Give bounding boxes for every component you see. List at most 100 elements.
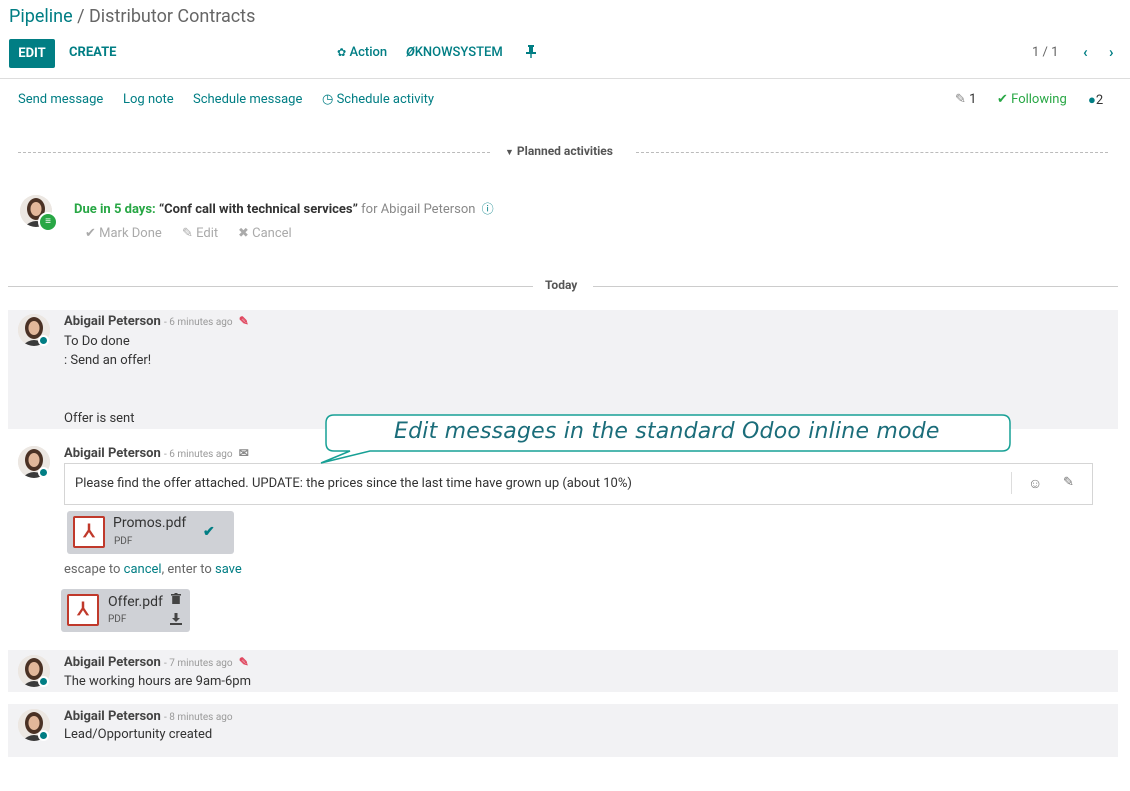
edit-button[interactable]: EDIT (9, 39, 55, 68)
cancel-activity-label: Cancel (252, 226, 292, 241)
trash-icon[interactable] (171, 593, 181, 607)
breadcrumb-current: Distributor Contracts (88, 6, 256, 27)
emoji-icon[interactable]: ☺ (1028, 475, 1042, 492)
online-status-dot (38, 467, 49, 478)
activity-summary: “Conf call with technical services” (158, 202, 358, 217)
edit-message-icon[interactable]: ✎ (236, 314, 249, 328)
pdf-icon: ⅄ (73, 516, 105, 548)
attachments-button[interactable]: ✎ 1 (955, 92, 976, 107)
schedule-activity-label: Schedule activity (336, 92, 435, 107)
followers-button[interactable]: ●2 (1088, 92, 1103, 108)
mark-done-label: Mark Done (99, 226, 162, 241)
clock-icon: ◷ (322, 92, 334, 107)
envelope-icon: ✉ (235, 446, 249, 460)
schedule-activity-button[interactable]: ◷ Schedule activity (322, 92, 434, 107)
message-header: Abigail Peterson - 6 minutes ago ✉ (64, 446, 249, 461)
cancel-edit-link[interactable]: cancel (124, 562, 162, 577)
edit-activity-label: Edit (196, 226, 219, 241)
schedule-message-button[interactable]: Schedule message (193, 92, 302, 107)
mark-done-button[interactable]: ✔ Mark Done (85, 226, 162, 241)
callout-text: Edit messages in the standard Odoo inlin… (394, 419, 940, 444)
today-label: Today (545, 278, 578, 292)
chevron-right-icon: › (1109, 43, 1114, 61)
message-author[interactable]: Abigail Peterson (64, 446, 161, 461)
save-edit-link[interactable]: save (215, 562, 242, 577)
activity-type-icon: ≡ (38, 212, 58, 232)
chevron-left-icon: ‹ (1083, 43, 1088, 61)
attachment-ext: PDF (108, 614, 127, 625)
edit-hint-prefix: escape to (64, 562, 124, 577)
breadcrumb-separator: / (72, 6, 89, 27)
edit-hint: escape to cancel, enter to save (64, 562, 242, 577)
download-icon[interactable] (170, 613, 182, 629)
message-header: Abigail Peterson - 6 minutes ago ✎ (64, 314, 249, 329)
message-author[interactable]: Abigail Peterson (64, 314, 161, 329)
pager-next-button[interactable]: › (1109, 43, 1114, 61)
knowsystem-button[interactable]: ØKNOWSYSTEM (406, 45, 503, 60)
edit-activity-button[interactable]: ✎ Edit (182, 226, 218, 241)
online-status-dot (38, 730, 49, 741)
check-icon: ✔ (203, 524, 215, 540)
attachments-count: 1 (969, 92, 977, 107)
today-divider-left (8, 286, 533, 287)
message-line: Offer is sent (64, 411, 135, 426)
activity-assignee: for Abigail Peterson (361, 202, 476, 217)
attachment-ext: PDF (114, 536, 133, 547)
cancel-activity-button[interactable]: ✖ Cancel (238, 226, 292, 241)
edit-hint-middle: , enter to (161, 562, 215, 577)
planned-divider-right (636, 152, 1108, 153)
check-icon: ✔ (997, 92, 1008, 107)
attachment-name: Promos.pdf (113, 515, 187, 531)
pencil-icon: ✎ (182, 226, 193, 241)
message-date: - 8 minutes ago (164, 712, 233, 723)
activity-due: Due in 5 days: (74, 202, 156, 217)
message-date: - 6 minutes ago (164, 317, 233, 328)
message-date: - 6 minutes ago (164, 449, 233, 460)
message-line: To Do done (64, 334, 130, 349)
message-line: Lead/Opportunity created (64, 727, 213, 742)
message-date: - 7 minutes ago (164, 658, 233, 669)
close-icon: ✖ (238, 226, 249, 241)
breadcrumb: Pipeline / Distributor Contracts (9, 6, 255, 27)
message-header: Abigail Peterson - 8 minutes ago (64, 709, 233, 724)
info-icon[interactable]: ⓘ (479, 202, 494, 216)
message-edit-text[interactable]: Please find the offer attached. UPDATE: … (75, 476, 632, 491)
refresh-icon: Ø (406, 45, 415, 60)
create-button[interactable]: CREATE (69, 45, 116, 60)
online-status-dot (38, 335, 49, 346)
send-message-button[interactable]: Send message (18, 92, 103, 107)
edit-message-icon[interactable]: ✎ (236, 655, 249, 669)
pdf-icon: ⅄ (67, 594, 99, 626)
followers-count: 2 (1095, 93, 1104, 108)
planned-divider-left (18, 152, 490, 153)
message-header: Abigail Peterson - 7 minutes ago ✎ (64, 655, 249, 670)
message-author[interactable]: Abigail Peterson (64, 709, 161, 724)
gear-icon: ✿ (337, 46, 347, 59)
editor-separator (1011, 472, 1012, 494)
log-note-button[interactable]: Log note (123, 92, 174, 107)
user-icon: ● (1088, 93, 1096, 108)
online-status-dot (38, 676, 49, 687)
check-icon: ✔ (85, 226, 96, 241)
activity-line: Due in 5 days: “Conf call with technical… (74, 200, 494, 217)
action-label: Action (349, 45, 388, 60)
knowsystem-label: KNOWSYSTEM (414, 45, 503, 60)
paperclip-icon: ✎ (955, 92, 966, 107)
paperclip-icon[interactable]: ✎ (1063, 475, 1074, 490)
today-divider-right (593, 286, 1118, 287)
message-line: The working hours are 9am-6pm (64, 674, 252, 689)
message-author[interactable]: Abigail Peterson (64, 655, 161, 670)
breadcrumb-parent-link[interactable]: Pipeline (9, 6, 73, 27)
message-line: : Send an offer! (64, 353, 152, 368)
planned-activities-toggle[interactable]: ▼ Planned activities (505, 144, 613, 158)
caret-down-icon: ▼ (505, 148, 514, 158)
header-divider (0, 78, 1130, 79)
pager-value[interactable]: 1 / 1 (1032, 45, 1058, 60)
action-menu-button[interactable]: ✿ Action (337, 45, 387, 60)
following-label: Following (1011, 92, 1067, 107)
pager-previous-button[interactable]: ‹ (1083, 43, 1088, 61)
planned-activities-title: Planned activities (516, 144, 613, 158)
pin-icon[interactable] (526, 45, 536, 61)
attachment-name: Offer.pdf (108, 594, 163, 610)
following-button[interactable]: ✔ Following (997, 92, 1067, 107)
